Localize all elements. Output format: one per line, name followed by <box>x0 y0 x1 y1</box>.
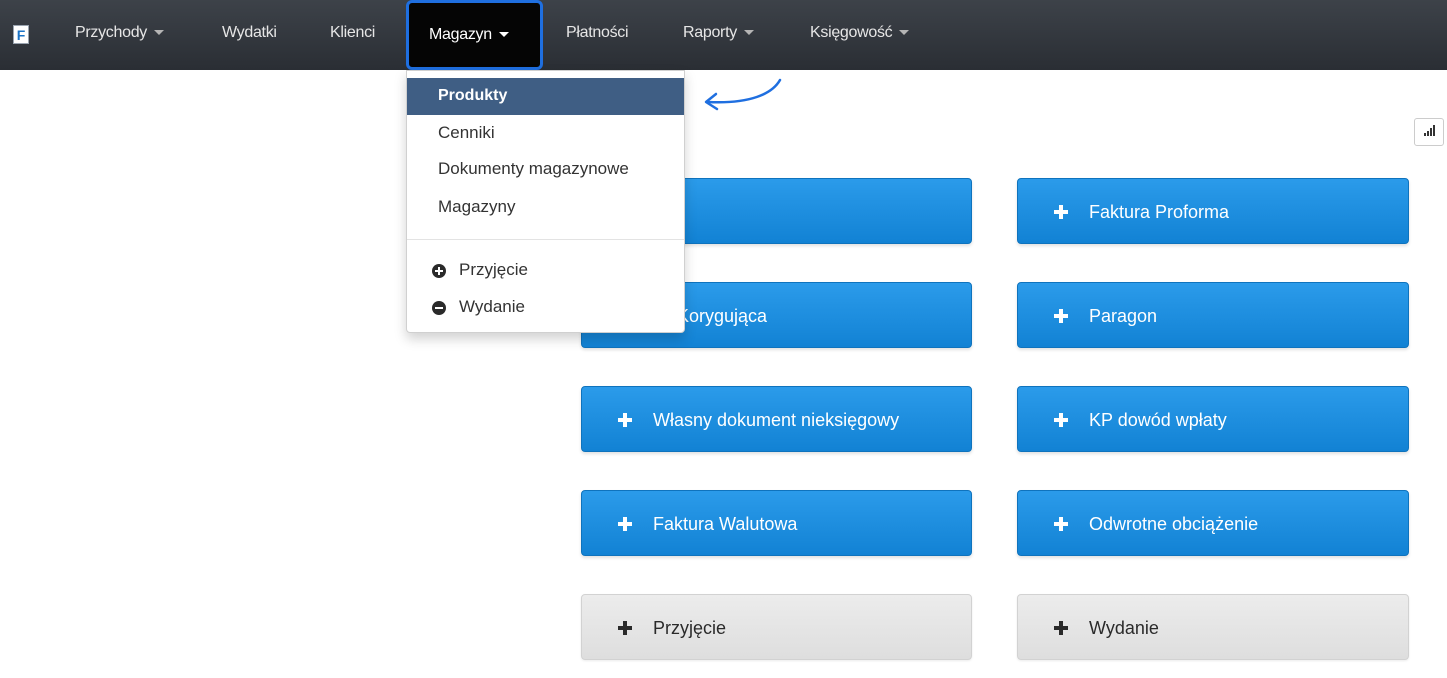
plus-icon <box>1054 413 1068 427</box>
button-label: Faktura Proforma <box>1089 202 1230 222</box>
menu-item-label: Przyjęcie <box>459 260 528 279</box>
caret-down-icon <box>899 30 910 36</box>
button-label: Faktura Walutowa <box>653 514 798 534</box>
menu-item-label: Produkty <box>438 87 508 104</box>
add-wydanie-button[interactable]: Wydanie <box>1017 594 1409 660</box>
plus-icon <box>1054 309 1068 323</box>
nav-przychody-label: Przychody <box>75 24 147 41</box>
nav-ksiegowosc-label: Księgowość <box>810 24 893 41</box>
menu-item-label: Dokumenty magazynowe <box>438 159 629 178</box>
caret-down-icon <box>498 32 509 38</box>
nav-platnosci-label: Płatności <box>566 24 629 41</box>
nav-klienci[interactable]: Klienci <box>330 0 375 70</box>
annotation-arrow-icon <box>704 78 782 111</box>
bar-chart-icon <box>1424 133 1426 136</box>
button-label: Odwrotne obciążenie <box>1089 514 1259 534</box>
menu-item-wydanie[interactable]: Wydanie <box>407 289 684 326</box>
minus-circle-icon <box>432 301 446 315</box>
add-kp-button[interactable]: KP dowód wpłaty <box>1017 386 1409 452</box>
bar-chart-icon-bar <box>1433 125 1435 136</box>
add-przyjecie-button[interactable]: Przyjęcie <box>581 594 972 660</box>
menu-item-label: Wydanie <box>459 297 525 316</box>
caret-down-icon <box>743 30 754 36</box>
add-faktura-walutowa-button[interactable]: Faktura Walutowa <box>581 490 972 556</box>
nav-magazyn-label: Magazyn <box>429 26 492 43</box>
button-label: Wydanie <box>1089 618 1159 638</box>
nav-klienci-label: Klienci <box>330 24 376 41</box>
menu-item-produkty[interactable]: Produkty <box>407 78 684 115</box>
nav-platnosci[interactable]: Płatności <box>566 0 629 70</box>
add-paragon-button[interactable]: Paragon <box>1017 282 1409 348</box>
button-label: Przyjęcie <box>653 618 727 638</box>
menu-item-label: Magazyny <box>438 197 516 216</box>
add-odwrotne-obciazenie-button[interactable]: Odwrotne obciążenie <box>1017 490 1409 556</box>
menu-item-label: Cenniki <box>438 123 495 142</box>
nav-wydatki[interactable]: Wydatki <box>222 0 277 70</box>
nav-przychody[interactable]: Przychody <box>75 0 164 70</box>
stats-chart-button[interactable] <box>1414 118 1444 146</box>
app-logo[interactable]: F <box>13 25 29 44</box>
menu-item-dokumenty-magazynowe[interactable]: Dokumenty magazynowe <box>407 151 684 188</box>
plus-icon <box>618 413 632 427</box>
plus-icon <box>618 621 632 635</box>
nav-raporty-label: Raporty <box>683 24 737 41</box>
plus-icon <box>1054 517 1068 531</box>
menu-item-przyjecie[interactable]: Przyjęcie <box>407 252 684 289</box>
bar-chart-icon-bar <box>1430 128 1432 136</box>
magazyn-dropdown-menu: Produkty Cenniki Dokumenty magazynowe Ma… <box>406 70 685 333</box>
nav-raporty[interactable]: Raporty <box>683 0 754 70</box>
plus-icon <box>618 517 632 531</box>
add-wlasny-dokument-button[interactable]: Własny dokument nieksięgowy <box>581 386 972 452</box>
top-navbar: F Przychody Wydatki Klienci Magazyn Płat… <box>0 0 1447 70</box>
nav-ksiegowosc[interactable]: Księgowość <box>810 0 910 70</box>
menu-divider <box>407 239 684 240</box>
nav-magazyn[interactable]: Magazyn <box>406 0 543 70</box>
plus-icon <box>1054 205 1068 219</box>
nav-wydatki-label: Wydatki <box>222 24 277 41</box>
menu-item-cenniki[interactable]: Cenniki <box>407 115 684 152</box>
button-label: Paragon <box>1089 306 1158 326</box>
plus-icon <box>1054 621 1068 635</box>
plus-circle-icon <box>432 264 446 278</box>
bar-chart-icon-bar <box>1427 131 1429 136</box>
add-faktura-proforma-button[interactable]: Faktura Proforma <box>1017 178 1409 244</box>
caret-down-icon <box>154 30 164 36</box>
menu-item-magazyny[interactable]: Magazyny <box>407 189 684 226</box>
button-label: KP dowód wpłaty <box>1089 410 1227 430</box>
button-label: Własny dokument nieksięgowy <box>653 410 900 430</box>
